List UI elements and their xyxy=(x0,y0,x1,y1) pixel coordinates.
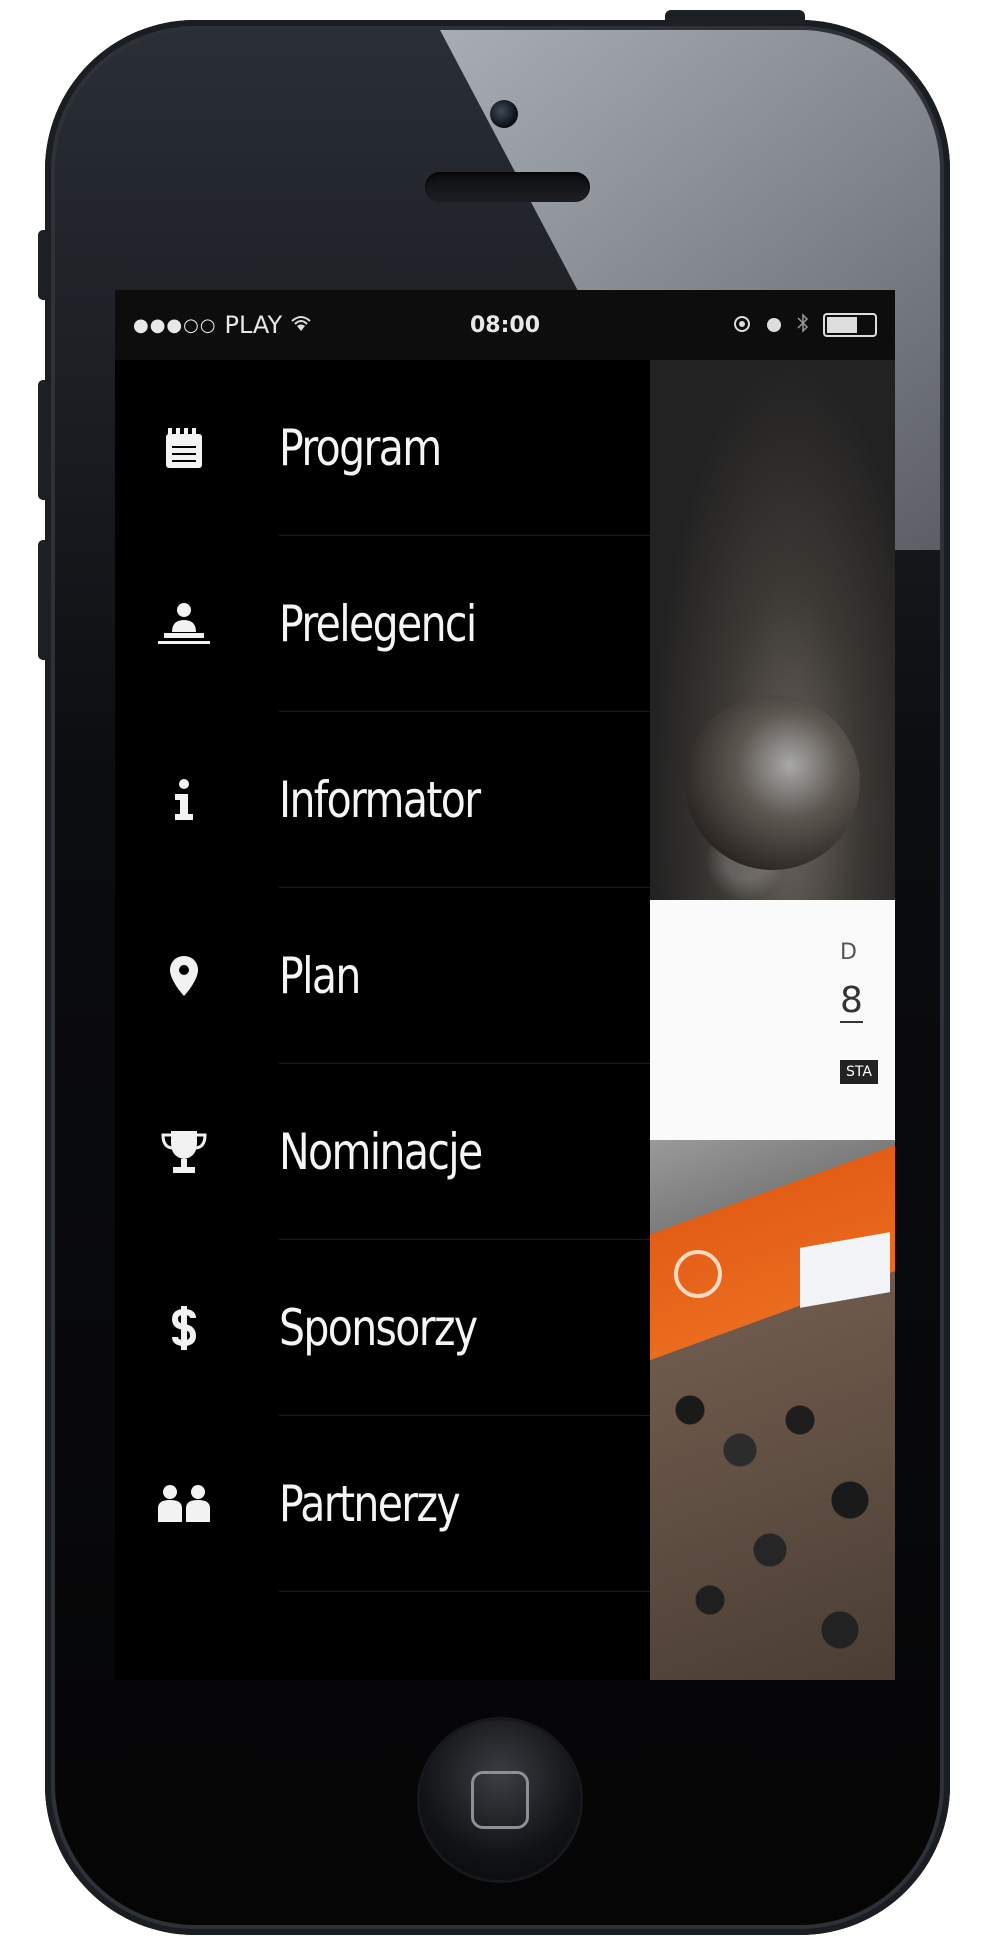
trophy-icon xyxy=(155,1123,213,1181)
booth-logo-image xyxy=(674,1250,722,1298)
earpiece-speaker xyxy=(425,172,590,202)
location-icon xyxy=(733,311,751,339)
mute-switch xyxy=(38,230,50,300)
menu-divider xyxy=(279,1591,650,1592)
home-button[interactable] xyxy=(420,1720,580,1880)
menu-item-partnerzy[interactable]: Partnerzy xyxy=(115,1416,650,1592)
menu-item-label: Partnerzy xyxy=(279,1475,461,1533)
menu-item-informator[interactable]: Informator xyxy=(115,712,650,888)
dollar-icon xyxy=(155,1299,213,1357)
card-date: 8 xyxy=(840,980,863,1023)
menu-item-label: Program xyxy=(279,419,442,477)
speaker-podium-icon xyxy=(155,595,213,653)
event-photo-crowd xyxy=(650,1140,895,1680)
map-pin-icon xyxy=(155,947,213,1005)
power-button xyxy=(665,10,805,26)
main-content-peek[interactable]: D 8 STA xyxy=(650,360,895,1680)
menu-item-plan[interactable]: Plan xyxy=(115,888,650,1064)
signal-strength: ●●●○○ xyxy=(133,314,217,336)
menu-item-label: Sponsorzy xyxy=(279,1299,478,1357)
status-time: 08:00 xyxy=(470,312,541,338)
status-icons xyxy=(733,311,877,339)
card-heading: D xyxy=(840,940,863,965)
volume-down-button xyxy=(38,540,50,660)
menu-item-sponsorzy[interactable]: Sponsorzy xyxy=(115,1240,650,1416)
partners-icon xyxy=(155,1475,213,1533)
home-square-icon xyxy=(471,1771,529,1829)
wifi-icon xyxy=(290,311,312,339)
info-icon xyxy=(155,771,213,829)
side-menu: Program Prelegenci Informator Plan Nomin… xyxy=(115,360,650,1592)
status-bar: ●●●○○ PLAY 08:00 xyxy=(115,290,895,360)
menu-item-label: Prelegenci xyxy=(279,595,477,653)
card-tag: STA xyxy=(840,1060,878,1084)
menu-item-label: Plan xyxy=(279,947,361,1005)
bluetooth-icon xyxy=(797,311,809,339)
disco-ball-image xyxy=(685,695,860,870)
event-photo-stage xyxy=(650,360,895,900)
menu-item-prelegenci[interactable]: Prelegenci xyxy=(115,536,650,712)
volume-up-button xyxy=(38,380,50,500)
menu-item-program[interactable]: Program xyxy=(115,360,650,536)
notepad-icon xyxy=(155,419,213,477)
carrier-info: ●●●○○ PLAY xyxy=(133,311,312,339)
menu-item-label: Nominacje xyxy=(279,1123,483,1181)
front-camera xyxy=(490,100,518,128)
booth-display-image xyxy=(800,1232,890,1308)
app-screen: ●●●○○ PLAY 08:00 Program Prelegenci Info… xyxy=(115,290,895,1680)
battery-icon xyxy=(823,313,877,337)
menu-item-nominacje[interactable]: Nominacje xyxy=(115,1064,650,1240)
alarm-icon xyxy=(765,311,783,339)
carrier-name: PLAY xyxy=(224,311,283,339)
crowd-image xyxy=(650,1380,895,1680)
event-info-card[interactable]: D 8 STA xyxy=(650,900,895,1140)
menu-item-label: Informator xyxy=(279,771,481,829)
